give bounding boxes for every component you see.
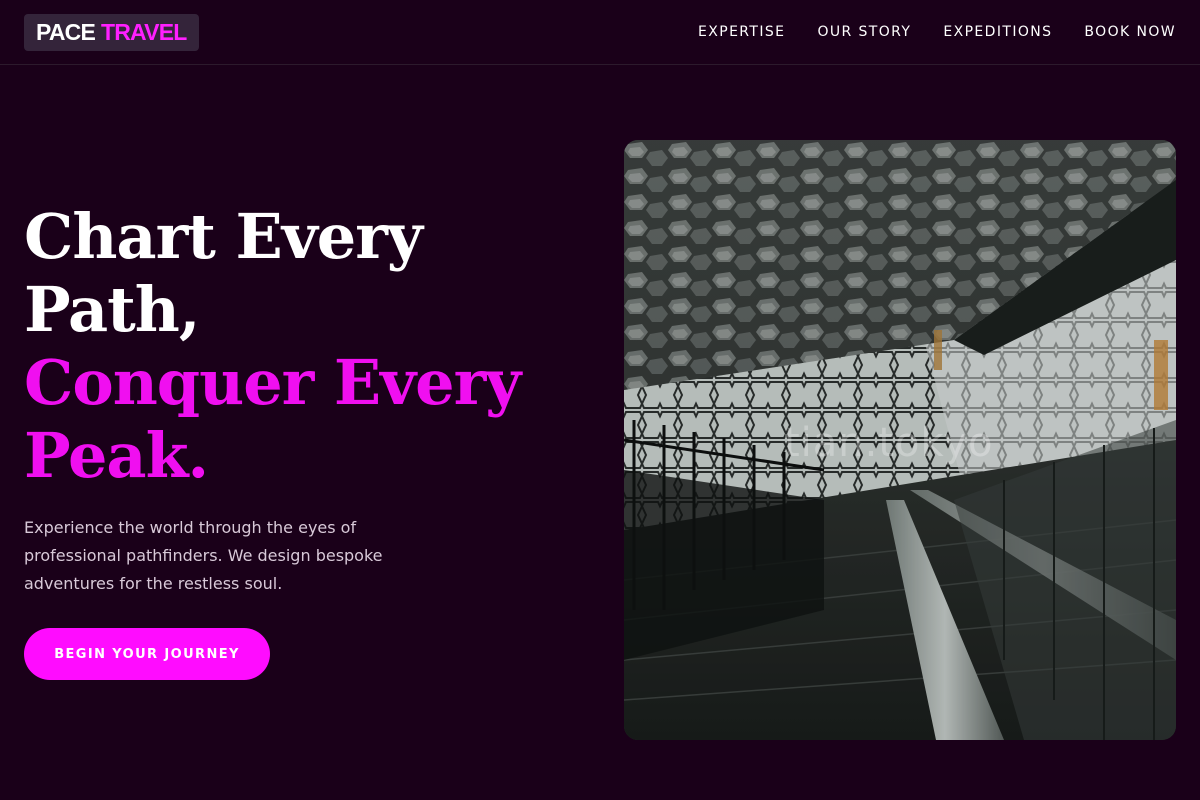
site-header: PACE TRAVEL EXPERTISE OUR STORY EXPEDITI…: [0, 0, 1200, 65]
hero-image: tian.tokyo: [624, 140, 1176, 740]
hero-title: Chart Every Path, Conquer Every Peak.: [24, 200, 584, 492]
nav-item-expeditions[interactable]: EXPEDITIONS: [943, 24, 1052, 40]
image-watermark: tian.tokyo: [784, 420, 994, 466]
hero-title-line-4: Peak.: [24, 419, 209, 492]
hero-subtitle: Experience the world through the eyes of…: [24, 518, 383, 593]
nav-item-book-now[interactable]: BOOK NOW: [1084, 24, 1176, 40]
nav-item-expertise[interactable]: EXPERTISE: [698, 24, 785, 40]
hero-title-line-1: Chart Every: [24, 200, 423, 273]
brand-logo[interactable]: PACE TRAVEL: [24, 13, 199, 51]
brand-word-1: PACE: [36, 18, 96, 45]
page: PACE TRAVEL EXPERTISE OUR STORY EXPEDITI…: [0, 0, 1200, 800]
nav-item-our-story[interactable]: OUR STORY: [817, 24, 911, 40]
main-nav: EXPERTISE OUR STORY EXPEDITIONS BOOK NOW: [698, 24, 1176, 40]
hero-title-line-3: Conquer Every: [24, 346, 521, 419]
hero-title-line-2: Path,: [24, 273, 200, 346]
brand-word-2: TRAVEL: [101, 18, 187, 45]
begin-journey-button[interactable]: BEGIN YOUR JOURNEY: [24, 628, 270, 680]
